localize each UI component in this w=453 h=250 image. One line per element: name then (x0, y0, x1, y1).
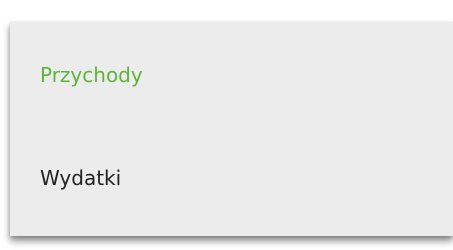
menu-item-label: Przychody (40, 63, 143, 87)
menu-item-label: Wydatki (40, 166, 122, 190)
menu-item-przychody[interactable]: Przychody (10, 22, 453, 128)
dropdown-menu: Przychody Wydatki (10, 22, 453, 236)
menu-item-wydatki[interactable]: Wydatki (10, 128, 453, 228)
